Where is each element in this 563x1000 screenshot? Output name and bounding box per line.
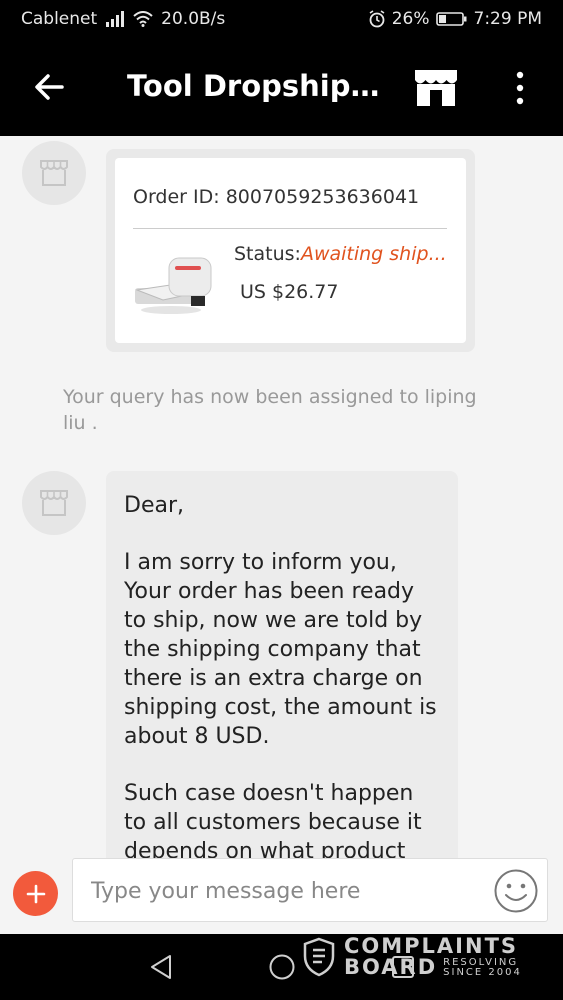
order-card[interactable]: Order ID: 8007059253636041 Status:Awaiti… — [106, 149, 475, 352]
chat-title: Tool Dropshippi... — [127, 69, 382, 103]
message-paragraph: I am sorry to inform you, Your order has… — [124, 550, 437, 749]
clock: 7:29 PM — [473, 9, 543, 29]
shop-icon — [40, 490, 68, 516]
nav-back-icon[interactable] — [146, 952, 176, 982]
network-speed: 20.0B/s — [161, 9, 226, 29]
order-card-body: Order ID: 8007059253636041 Status:Awaiti… — [115, 158, 466, 343]
store-icon[interactable] — [413, 68, 459, 108]
watermark-tag2: SINCE 2004 — [443, 966, 522, 978]
shop-icon — [40, 160, 68, 186]
battery-percent: 26% — [391, 9, 430, 29]
nav-home-icon[interactable] — [267, 952, 297, 982]
order-status-label: Status: — [234, 243, 301, 265]
alarm-icon — [369, 10, 385, 28]
seller-avatar — [22, 471, 86, 535]
order-price: US $26.77 — [240, 281, 339, 303]
battery-icon — [435, 12, 466, 26]
arrow-left-icon[interactable] — [32, 69, 68, 105]
message-composer — [0, 858, 563, 934]
order-id: Order ID: 8007059253636041 — [133, 186, 420, 208]
conversation[interactable]: Order ID: 8007059253636041 Status:Awaiti… — [0, 136, 563, 858]
product-image — [135, 257, 212, 314]
wifi-icon — [133, 11, 153, 27]
order-status-value: Awaiting ship... — [300, 243, 447, 265]
system-message: Your query has now been assigned to lipi… — [63, 386, 477, 434]
watermark: COMPLAINTS BOARD RESOLVING SINCE 2004 — [302, 936, 522, 978]
watermark-line1: COMPLAINTS — [344, 934, 519, 958]
shield-icon — [303, 937, 335, 977]
app-header: Tool Dropshippi... — [0, 38, 563, 136]
order-status: Status:Awaiting ship... — [234, 243, 447, 265]
watermark-tag1: RESOLVING — [443, 956, 519, 968]
emoji-icon[interactable] — [493, 868, 539, 914]
plus-icon — [26, 884, 45, 903]
more-vertical-icon[interactable] — [510, 68, 530, 108]
status-bar: Cablenet 20.0B/s 26% 7:29 PM — [0, 0, 563, 38]
add-attachment-button[interactable] — [13, 871, 58, 916]
watermark-line2: BOARD — [344, 955, 438, 979]
message-paragraph: Such case doesn't happen to all customer… — [124, 781, 422, 858]
message-input[interactable] — [89, 869, 483, 913]
seller-avatar — [22, 141, 86, 205]
message-paragraph: Dear, — [124, 493, 184, 518]
divider — [133, 228, 447, 229]
message-input-box[interactable] — [72, 858, 548, 922]
carrier-name: Cablenet — [21, 9, 98, 29]
signal-icon — [106, 11, 125, 27]
message-bubble[interactable]: Dear, I am sorry to inform you, Your ord… — [106, 471, 458, 858]
